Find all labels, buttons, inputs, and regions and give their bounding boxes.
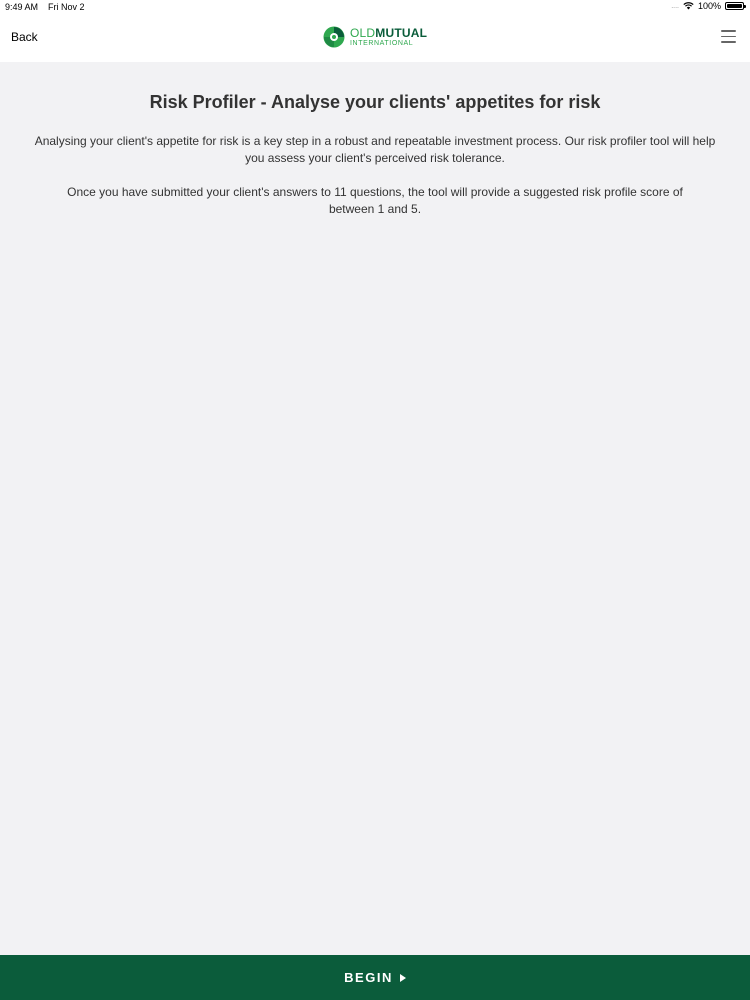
intro-paragraph: Analysing your client's appetite for ris…	[34, 134, 716, 165]
signal-icon: ....	[671, 2, 679, 10]
instructions-paragraph: Once you have submitted your client's an…	[67, 185, 683, 216]
back-button[interactable]: Back	[11, 30, 38, 44]
main-content: Risk Profiler - Analyse your clients' ap…	[0, 62, 750, 955]
logo-wordmark: OLDMUTUAL	[350, 27, 427, 39]
wifi-icon	[683, 2, 694, 10]
hamburger-menu-icon[interactable]	[721, 30, 736, 44]
play-arrow-icon	[399, 973, 406, 982]
logo-mutual: MUTUAL	[375, 26, 428, 40]
status-bar: 9:49 AM Fri Nov 2 .... 100%	[0, 0, 750, 14]
status-time: 9:49 AM	[5, 2, 39, 12]
logo-subtitle: INTERNATIONAL	[350, 40, 414, 47]
logo-mark-icon	[323, 26, 345, 48]
page-title: Risk Profiler - Analyse your clients' ap…	[149, 92, 601, 112]
status-date: Fri Nov 2	[48, 2, 85, 12]
logo-old: OLD	[350, 26, 376, 40]
battery-icon	[725, 2, 746, 10]
old-mutual-logo: OLDMUTUAL INTERNATIONAL	[323, 26, 427, 48]
begin-label: BEGIN	[344, 970, 393, 985]
navigation-bar: Back OLDMUTUAL INTERNATIONAL	[0, 14, 750, 62]
begin-button[interactable]: BEGIN	[0, 955, 750, 1000]
logo-text: OLDMUTUAL INTERNATIONAL	[350, 27, 427, 47]
battery-percent: 100%	[697, 1, 721, 11]
status-right: .... 100%	[671, 1, 746, 11]
